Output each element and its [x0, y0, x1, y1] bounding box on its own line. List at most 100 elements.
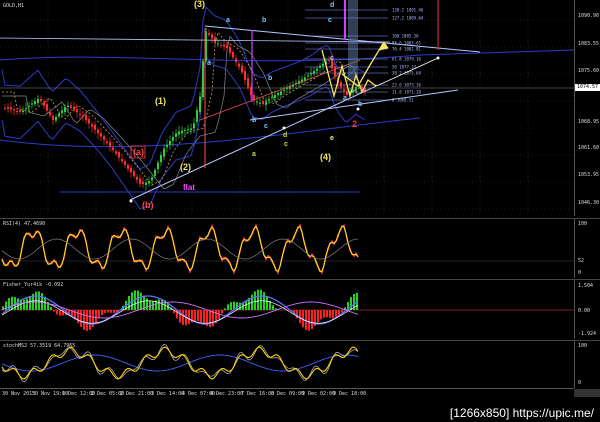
candle-body — [34, 101, 36, 105]
candle-body — [175, 133, 177, 137]
fisher-bar — [308, 310, 310, 331]
fisher-bar — [221, 310, 223, 314]
stoch-panel[interactable]: stochMS2 57.3519 64.7965 — [0, 340, 574, 388]
price-tick: 1068.95 — [578, 119, 600, 125]
scroll-button[interactable] — [574, 389, 600, 397]
candle-body — [259, 102, 261, 104]
price-chart-panel[interactable]: 138.2 1091.46 127.2 1089.64 100 1085.30 88.… — [0, 0, 574, 216]
fisher-bar — [329, 310, 331, 318]
fib-level-label: 76.4 1082.01 — [392, 47, 421, 52]
candle-body — [79, 114, 81, 116]
fisher-bar — [272, 305, 274, 310]
candle-body — [133, 171, 135, 177]
wave-label: e — [330, 135, 334, 142]
candle-body — [220, 44, 222, 46]
candle-body — [139, 178, 141, 184]
candle-body — [106, 141, 108, 144]
fisher-bar — [203, 310, 205, 325]
fib-level-label: 127.2 1089.64 — [392, 16, 424, 21]
candle-body — [187, 129, 189, 131]
candle-body — [55, 116, 57, 121]
candle-body — [316, 68, 318, 71]
candle-body — [202, 61, 204, 98]
candle-body — [181, 130, 183, 134]
fisher-bar — [137, 290, 139, 310]
time-label: 7 Dec 16:00 — [241, 391, 275, 397]
candle-body — [124, 161, 126, 165]
trend-line — [0, 37, 391, 43]
fisher-bar — [29, 296, 31, 310]
candle-body — [169, 141, 171, 145]
candle-body — [166, 144, 168, 148]
candle-body — [145, 182, 147, 185]
fisher-bar — [59, 310, 61, 316]
candle-body — [115, 151, 117, 154]
fisher-title: Fisher_Yur4ik -0.092 — [3, 282, 64, 288]
rsi-panel[interactable]: RSI(4) 47.4690 — [0, 218, 574, 278]
pivot-dot — [129, 199, 133, 203]
pivot-dot — [282, 126, 286, 130]
price-tick: 1046.30 — [578, 200, 600, 206]
fisher-bar — [113, 310, 115, 313]
candle-body — [154, 170, 156, 176]
rsi-tick: 0 — [578, 270, 582, 276]
price-axis[interactable]: 1090.90 1083.55 1075.60 1074.57 1068.95 … — [574, 0, 600, 216]
fib-level-label: 11.8 1071.20 — [392, 90, 421, 95]
time-label: 2 Dec 21:00 — [120, 391, 154, 397]
fisher-bar — [146, 298, 148, 310]
fisher-bar — [260, 289, 262, 310]
candle-body — [148, 181, 150, 184]
candle-body — [16, 110, 18, 112]
fib-level-label: 100 1085.30 — [392, 34, 419, 39]
candle-body — [184, 130, 186, 131]
candle-body — [40, 98, 42, 102]
fisher-bar — [341, 310, 343, 313]
candle-body — [283, 89, 285, 91]
candle-body — [73, 106, 75, 110]
rsi-tick: 100 — [578, 221, 588, 227]
candle-body — [190, 128, 192, 131]
wave-label: a — [343, 95, 347, 102]
stoch-signal-line — [1, 343, 359, 383]
candle-body — [25, 108, 27, 110]
trend-line — [204, 25, 481, 53]
candle-body — [100, 132, 102, 137]
candle-body — [277, 93, 279, 96]
fisher-bar — [107, 310, 109, 313]
price-tick: 1090.90 — [578, 13, 600, 19]
candle-body — [355, 86, 357, 92]
rsi-axis[interactable]: 100 52 0 — [574, 218, 600, 278]
wave-label: (b) — [142, 200, 154, 210]
candle-body — [88, 119, 90, 124]
fisher-bar — [317, 310, 319, 323]
candle-body — [256, 101, 258, 103]
fisher-panel[interactable]: Fisher_Yur4ik -0.092 — [0, 279, 574, 339]
fisher-bar — [227, 304, 229, 310]
candle-body — [160, 155, 162, 163]
wave-label: (4) — [320, 152, 331, 162]
candle-body — [151, 177, 153, 181]
fisher-bar — [230, 302, 232, 310]
current-price-box: 1074.57 — [575, 84, 600, 91]
stoch-tick: 0 — [578, 380, 582, 386]
stoch-axis[interactable]: 100 0 — [574, 340, 600, 388]
candle-body — [241, 65, 243, 73]
time-axis[interactable]: 30 Nov 2015 30 Nov 19:00 1 Dec 12:00 2 Dec … — [0, 388, 574, 399]
fisher-bar — [53, 310, 55, 312]
wave-label: c — [330, 55, 334, 62]
highlight-zone — [348, 0, 358, 80]
candle-body — [157, 162, 159, 170]
fisher-bar — [182, 310, 184, 325]
wave-label: b — [252, 117, 256, 124]
candle-body — [52, 115, 54, 120]
candle-body — [70, 105, 72, 108]
fisher-axis[interactable]: 1.504 0.00 -1.924 — [574, 279, 600, 339]
fisher-bar — [158, 299, 160, 310]
fisher-bar — [5, 301, 7, 310]
wave-label: 2 — [352, 119, 357, 129]
candle-body — [136, 176, 138, 180]
candle-body — [91, 124, 93, 127]
fisher-tick: 0.00 — [578, 308, 591, 314]
fib-level-label: 23.6 1073.16 — [392, 83, 421, 88]
fib-level-label: 50 1077.33 — [392, 65, 417, 70]
